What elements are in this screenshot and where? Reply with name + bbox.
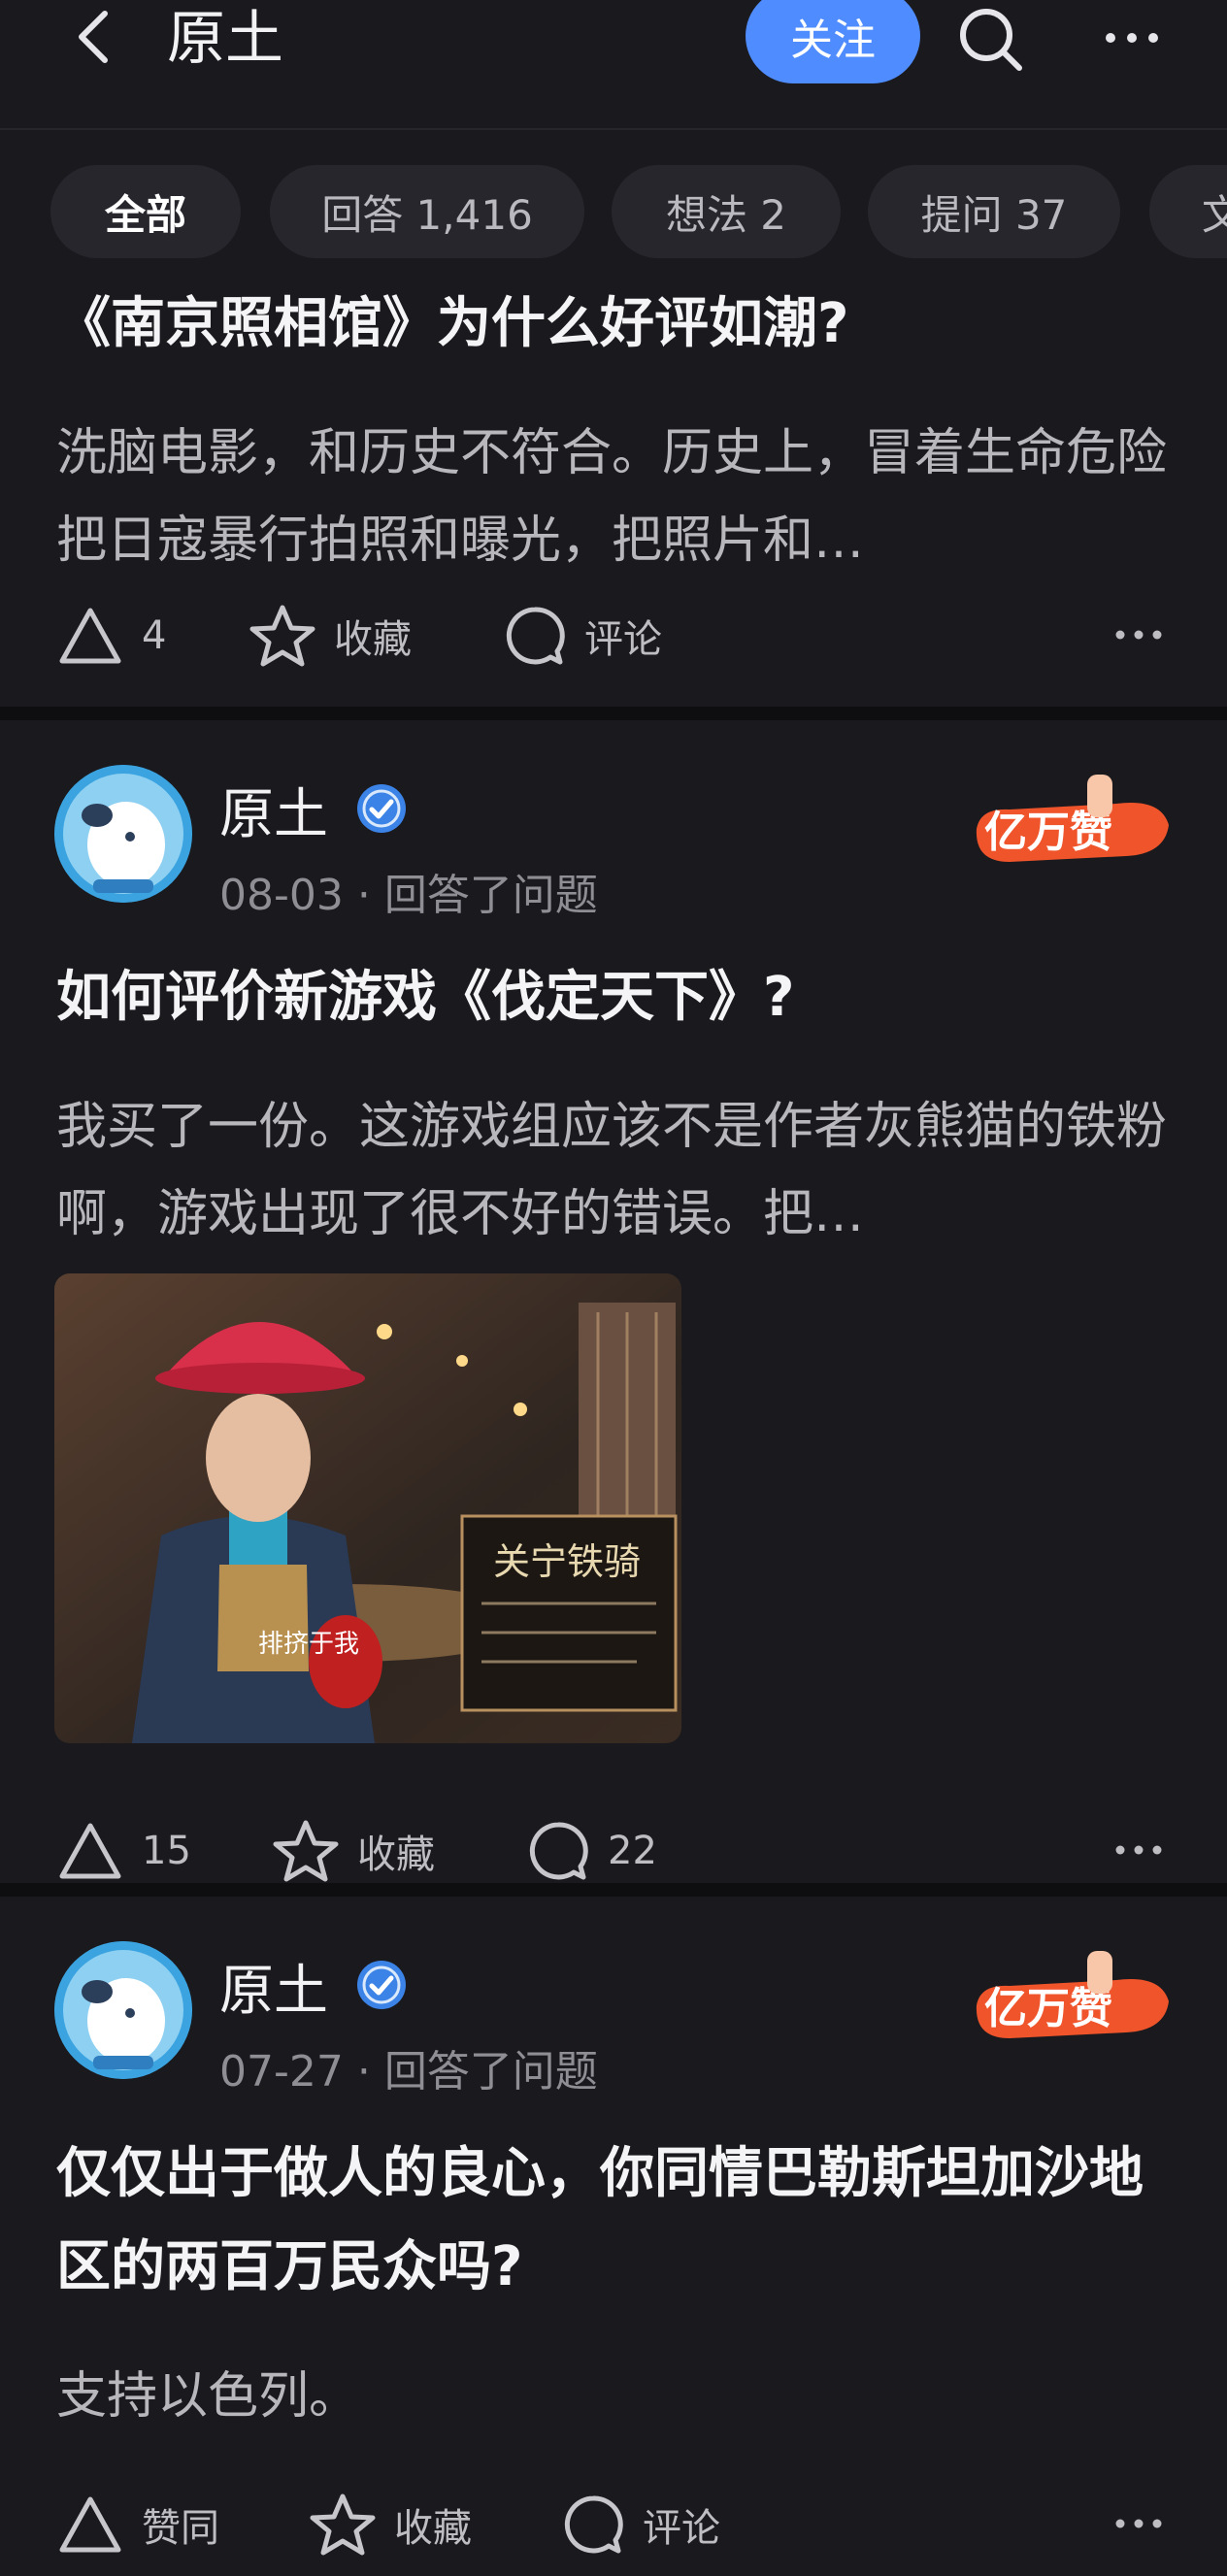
answer-excerpt[interactable]: 洗脑电影，和历史不符合。历史上，冒着生命危险把日寇暴行拍照和曝光，把照片和…	[56, 410, 1182, 584]
back-arrow-icon[interactable]	[66, 8, 124, 66]
comment-label: 评论	[643, 2506, 720, 2551]
answer-excerpt[interactable]: 我买了一份。这游戏组应该不是作者灰熊猫的铁粉啊，游戏出现了很不好的错误。把…	[56, 1083, 1182, 1258]
favorite-button[interactable]: 收藏	[272, 1807, 435, 1895]
upvote-label: 赞同	[142, 2506, 219, 2551]
author-name[interactable]: 原土	[219, 771, 328, 849]
comment-label: 评论	[584, 617, 662, 662]
comment-button[interactable]: 评论	[561, 2481, 720, 2568]
upvote-icon	[59, 608, 121, 664]
star-icon	[273, 1820, 339, 1882]
upvote-icon	[59, 1823, 121, 1879]
avatar-image	[54, 1941, 192, 2079]
question-title[interactable]: 仅仅出于做人的良心，你同情巴勒斯坦加沙地区的两百万民众吗?	[56, 2128, 1182, 2314]
upvote-count: 15	[142, 1829, 191, 1873]
upvote-button[interactable]: 15	[56, 1807, 191, 1895]
favorite-button[interactable]: 收藏	[309, 2481, 472, 2568]
avatar[interactable]	[54, 765, 192, 903]
star-icon	[310, 2493, 376, 2556]
question-title[interactable]: 如何评价新游戏《伐定天下》?	[56, 951, 794, 1044]
question-title[interactable]: 《南京照相馆》为什么好评如潮?	[56, 278, 848, 371]
answer-card: 《南京照相馆》为什么好评如潮? 洗脑电影，和历史不符合。历史上，冒着生命危险把日…	[0, 276, 1227, 707]
search-icon[interactable]	[957, 6, 1025, 74]
comment-button[interactable]: 22	[526, 1807, 657, 1895]
badge-icon: 亿万赞	[976, 775, 1169, 862]
comment-icon	[506, 607, 565, 665]
answer-card: 原土 07-27 · 回答了问题 亿万赞 仅仅出于做人的良心，你同情巴勒斯坦加沙…	[0, 1897, 1227, 2576]
avatar-image	[54, 765, 192, 903]
answer-card: 原土 08-03 · 回答了问题 亿万赞 如何评价新游戏《伐定天下》? 我买了一…	[0, 720, 1227, 1883]
more-icon[interactable]	[1114, 627, 1163, 643]
tab-questions[interactable]: 提问 37	[868, 165, 1120, 258]
action-bar: 赞同 收藏 评论	[0, 2481, 1227, 2568]
author-name[interactable]: 原土	[219, 1947, 328, 2026]
tab-answers[interactable]: 回答 1,416	[270, 165, 584, 258]
action-bar: 15 收藏 22	[0, 1807, 1227, 1895]
avatar[interactable]	[54, 1941, 192, 2079]
upvote-count: 4	[142, 613, 167, 658]
top-header: 原土 关注	[0, 0, 1227, 130]
favorite-label: 收藏	[394, 2506, 472, 2551]
comment-icon	[529, 1822, 588, 1880]
post-meta: 07-27 · 回答了问题	[219, 2047, 598, 2097]
upvote-button[interactable]: 赞同	[56, 2481, 219, 2568]
verified-icon	[357, 784, 406, 833]
image-caption: 关宁铁骑	[493, 1540, 641, 1583]
comment-button[interactable]: 评论	[503, 592, 662, 679]
post-meta: 08-03 · 回答了问题	[219, 871, 598, 920]
filter-tabs: 全部 回答 1,416 想法 2 提问 37 文	[0, 130, 1227, 276]
page-title: 原土	[167, 5, 283, 73]
tab-thoughts[interactable]: 想法 2	[612, 165, 841, 258]
verified-icon	[357, 1961, 406, 2009]
action-bar: 4 收藏 评论	[0, 592, 1227, 679]
comment-count: 22	[608, 1829, 657, 1873]
more-icon[interactable]	[1114, 2516, 1163, 2531]
badge-icon: 亿万赞	[976, 1951, 1169, 2038]
image-label: 排挤于我	[258, 1630, 359, 1659]
favorite-button[interactable]: 收藏	[249, 592, 412, 679]
answer-image-graphic: 关宁铁骑 排挤于我	[54, 1273, 681, 1743]
favorite-label: 收藏	[357, 1833, 435, 1877]
follow-button[interactable]: 关注	[746, 0, 920, 83]
favorite-label: 收藏	[334, 617, 412, 662]
answer-excerpt[interactable]: 支持以色列。	[56, 2353, 1182, 2440]
answer-image[interactable]: 关宁铁骑 排挤于我	[54, 1273, 681, 1743]
upvote-icon	[59, 2496, 121, 2553]
upvote-button[interactable]: 4	[56, 592, 166, 679]
more-icon[interactable]	[1103, 23, 1161, 52]
more-icon[interactable]	[1114, 1842, 1163, 1858]
star-icon	[249, 605, 315, 667]
tab-all[interactable]: 全部	[50, 165, 241, 258]
comment-icon	[564, 2495, 623, 2554]
tab-articles[interactable]: 文	[1149, 165, 1227, 258]
